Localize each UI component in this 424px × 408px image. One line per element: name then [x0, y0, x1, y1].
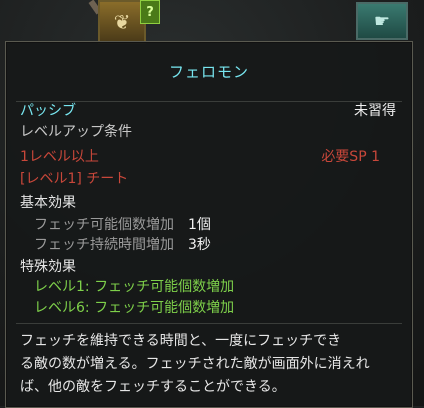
description-line: ば、他の敵をフェッチすることができる。 [20, 379, 286, 395]
description-divider [16, 323, 402, 324]
requirement-skill: [レベル1] チート [20, 171, 129, 187]
requirement-header: レベルアップ条件 [20, 124, 132, 140]
basic-effect-value: 3秒 [188, 237, 211, 253]
question-badge-icon[interactable]: ? [140, 0, 160, 24]
special-effects-header: 特殊効果 [20, 259, 76, 275]
skill-title: フェロモン [168, 63, 249, 81]
skill-description: フェッチを維持できる時間と、一度にフェッチでき る敵の数が増える。フェッチされた… [20, 330, 400, 399]
tooltip-header: フェロモン [6, 42, 412, 101]
skill-icon[interactable]: ❦ [98, 0, 146, 44]
description-line: る敵の数が増える。フェッチされた敵が画面外に消えれ [20, 356, 370, 372]
basic-effect-label: フェッチ可能個数増加 [34, 217, 174, 233]
special-effect-item: レベル6: フェッチ可能個数増加 [34, 300, 235, 316]
basic-effects-header: 基本効果 [20, 195, 76, 211]
skill-type-label: パッシブ [20, 103, 76, 119]
requirement-level: 1レベル以上 [20, 149, 99, 165]
basic-effect-value: 1個 [188, 217, 211, 233]
description-line: フェッチを維持できる時間と、一度にフェッチでき [20, 333, 342, 349]
basic-effect-label: フェッチ持続時間増加 [34, 237, 174, 253]
requirement-sp: 必要SP 1 [321, 149, 380, 165]
special-effect-item: レベル1: フェッチ可能個数増加 [34, 279, 235, 295]
claw-skill-icon[interactable]: ☛ [356, 2, 408, 40]
learn-status: 未習得 [354, 103, 396, 119]
skill-tooltip: フェロモン パッシブ 未習得 レベルアップ条件 1レベル以上 必要SP 1 [レ… [5, 41, 413, 408]
